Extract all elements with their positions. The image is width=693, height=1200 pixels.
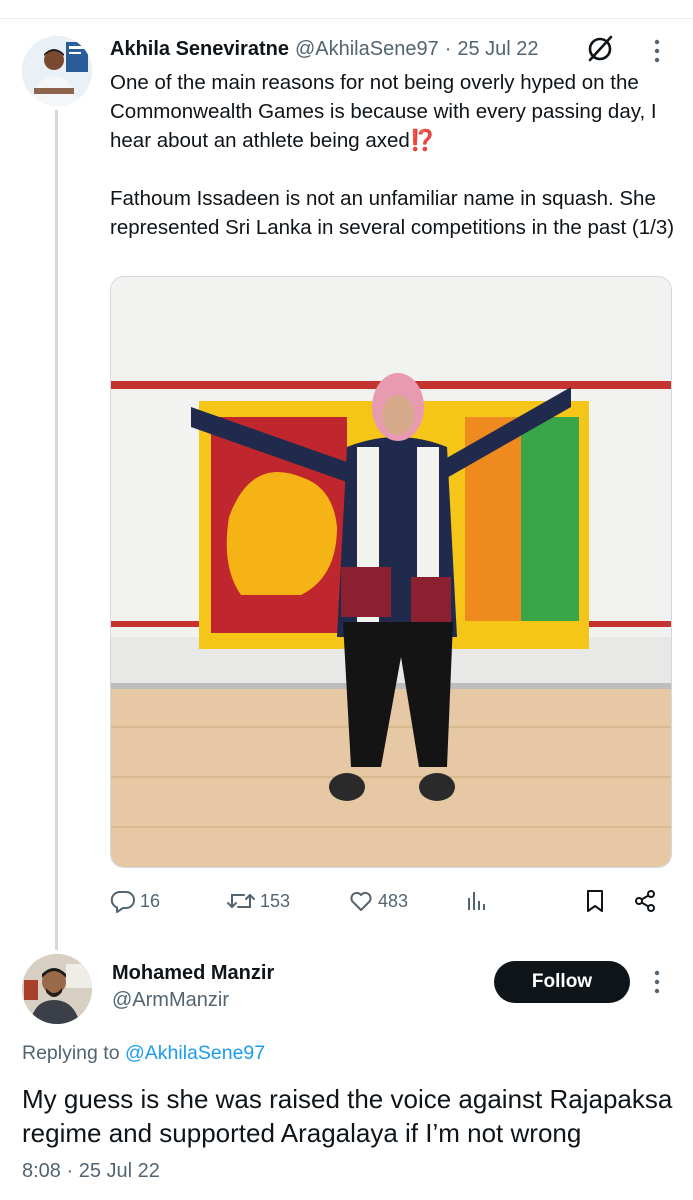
reply-avatar[interactable] <box>22 954 92 1024</box>
avatar[interactable] <box>22 36 92 106</box>
retweet-button[interactable]: 153 <box>226 882 290 920</box>
replying-to: Replying to @AkhilaSene97 <box>22 1042 265 1065</box>
follow-button[interactable]: Follow <box>494 961 630 1003</box>
tweet-header: Akhila Seneviratne @AkhilaSene97 · 25 Ju… <box>110 34 539 64</box>
reply-author-name[interactable]: Mohamed Manzir <box>112 962 274 985</box>
header-separator: · <box>444 37 452 60</box>
grok-icon[interactable] <box>584 33 616 65</box>
top-divider <box>0 18 693 19</box>
retweet-count: 153 <box>260 890 291 911</box>
reply-button[interactable]: 16 <box>110 882 160 920</box>
share-button[interactable] <box>632 882 662 920</box>
analytics-icon <box>468 892 485 910</box>
reply-timestamp[interactable]: 8:08 · 25 Jul 22 <box>22 1160 160 1183</box>
replying-prefix: Replying to <box>22 1042 120 1064</box>
replying-to-link[interactable]: @AkhilaSene97 <box>125 1042 265 1064</box>
bookmark-icon <box>587 890 603 912</box>
reply-count: 16 <box>140 890 161 911</box>
tweet-image[interactable] <box>110 276 672 868</box>
tweet-date[interactable]: 25 Jul 22 <box>457 38 538 61</box>
share-icon <box>635 890 655 912</box>
thread-line <box>55 110 58 950</box>
heart-icon <box>350 891 372 911</box>
reply-text: My guess is she was raised the voice aga… <box>22 1084 673 1148</box>
retweet-icon <box>227 894 255 908</box>
author-name[interactable]: Akhila Seneviratne <box>110 38 289 61</box>
like-button[interactable]: 483 <box>348 882 408 920</box>
author-handle[interactable]: @AkhilaSene97 <box>295 38 439 61</box>
more-options-icon[interactable] <box>648 38 666 64</box>
bookmark-button[interactable] <box>582 882 612 920</box>
tweet-actions: 16 153 483 <box>110 882 670 920</box>
reply-icon <box>110 890 135 913</box>
tweet-text: One of the main reasons for not being ov… <box>110 71 675 239</box>
views-button[interactable] <box>464 882 494 920</box>
reply-author-handle[interactable]: @ArmManzir <box>112 989 229 1012</box>
like-count: 483 <box>378 890 409 911</box>
reply-more-options-icon[interactable] <box>648 969 666 995</box>
